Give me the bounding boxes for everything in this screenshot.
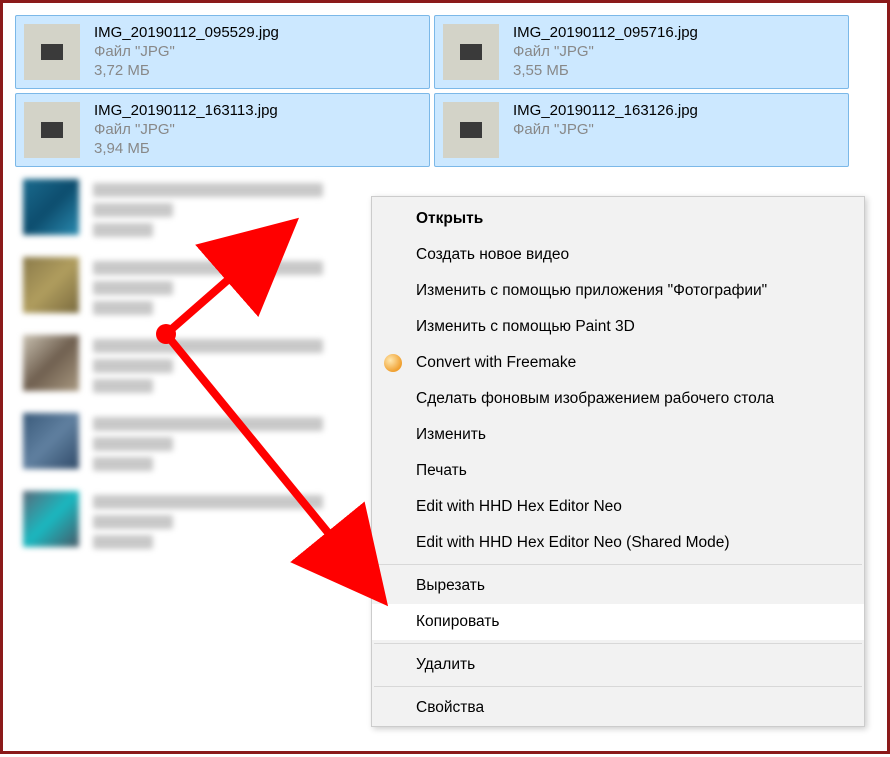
blurred-file [15,171,415,245]
blurred-file [15,405,415,479]
blurred-file [15,327,415,401]
blurred-file [15,249,415,323]
file-name: IMG_20190112_095716.jpg [513,24,698,41]
file-type: Файл "JPG" [513,121,698,138]
menu-create-video[interactable]: Создать новое видео [372,237,864,273]
menu-label: Convert with Freemake [416,354,576,372]
file-item[interactable]: IMG_20190112_163113.jpg Файл "JPG" 3,94 … [15,93,430,167]
file-size: 3,72 МБ [94,62,279,79]
menu-separator [374,564,862,565]
menu-edit[interactable]: Изменить [372,417,864,453]
menu-set-wallpaper[interactable]: Сделать фоновым изображением рабочего ст… [372,381,864,417]
file-type: Файл "JPG" [513,43,698,60]
menu-hex-editor[interactable]: Edit with HHD Hex Editor Neo [372,489,864,525]
menu-print[interactable]: Печать [372,453,864,489]
file-size: 3,94 МБ [94,140,278,157]
menu-cut[interactable]: Вырезать [372,568,864,604]
menu-open[interactable]: Открыть [372,201,864,237]
file-thumbnail [24,102,80,158]
file-thumbnail [24,24,80,80]
menu-copy[interactable]: Копировать [372,604,864,640]
menu-edit-photos-app[interactable]: Изменить с помощью приложения "Фотографи… [372,273,864,309]
menu-separator [374,686,862,687]
menu-properties[interactable]: Свойства [372,690,864,726]
file-name: IMG_20190112_163126.jpg [513,102,698,119]
menu-convert-freemake[interactable]: Convert with Freemake [372,345,864,381]
menu-edit-paint3d[interactable]: Изменить с помощью Paint 3D [372,309,864,345]
file-type: Файл "JPG" [94,43,279,60]
file-item[interactable]: IMG_20190112_095716.jpg Файл "JPG" 3,55 … [434,15,849,89]
file-thumbnail [443,102,499,158]
file-thumbnail [443,24,499,80]
file-item[interactable]: IMG_20190112_095529.jpg Файл "JPG" 3,72 … [15,15,430,89]
file-name: IMG_20190112_163113.jpg [94,102,278,119]
context-menu: Открыть Создать новое видео Изменить с п… [371,196,865,727]
blurred-file [15,483,415,557]
file-item[interactable]: IMG_20190112_163126.jpg Файл "JPG" [434,93,849,167]
menu-hex-editor-shared[interactable]: Edit with HHD Hex Editor Neo (Shared Mod… [372,525,864,561]
file-size: 3,55 МБ [513,62,698,79]
menu-delete[interactable]: Удалить [372,647,864,683]
freemake-icon [384,354,402,372]
menu-separator [374,643,862,644]
file-type: Файл "JPG" [94,121,278,138]
file-name: IMG_20190112_095529.jpg [94,24,279,41]
